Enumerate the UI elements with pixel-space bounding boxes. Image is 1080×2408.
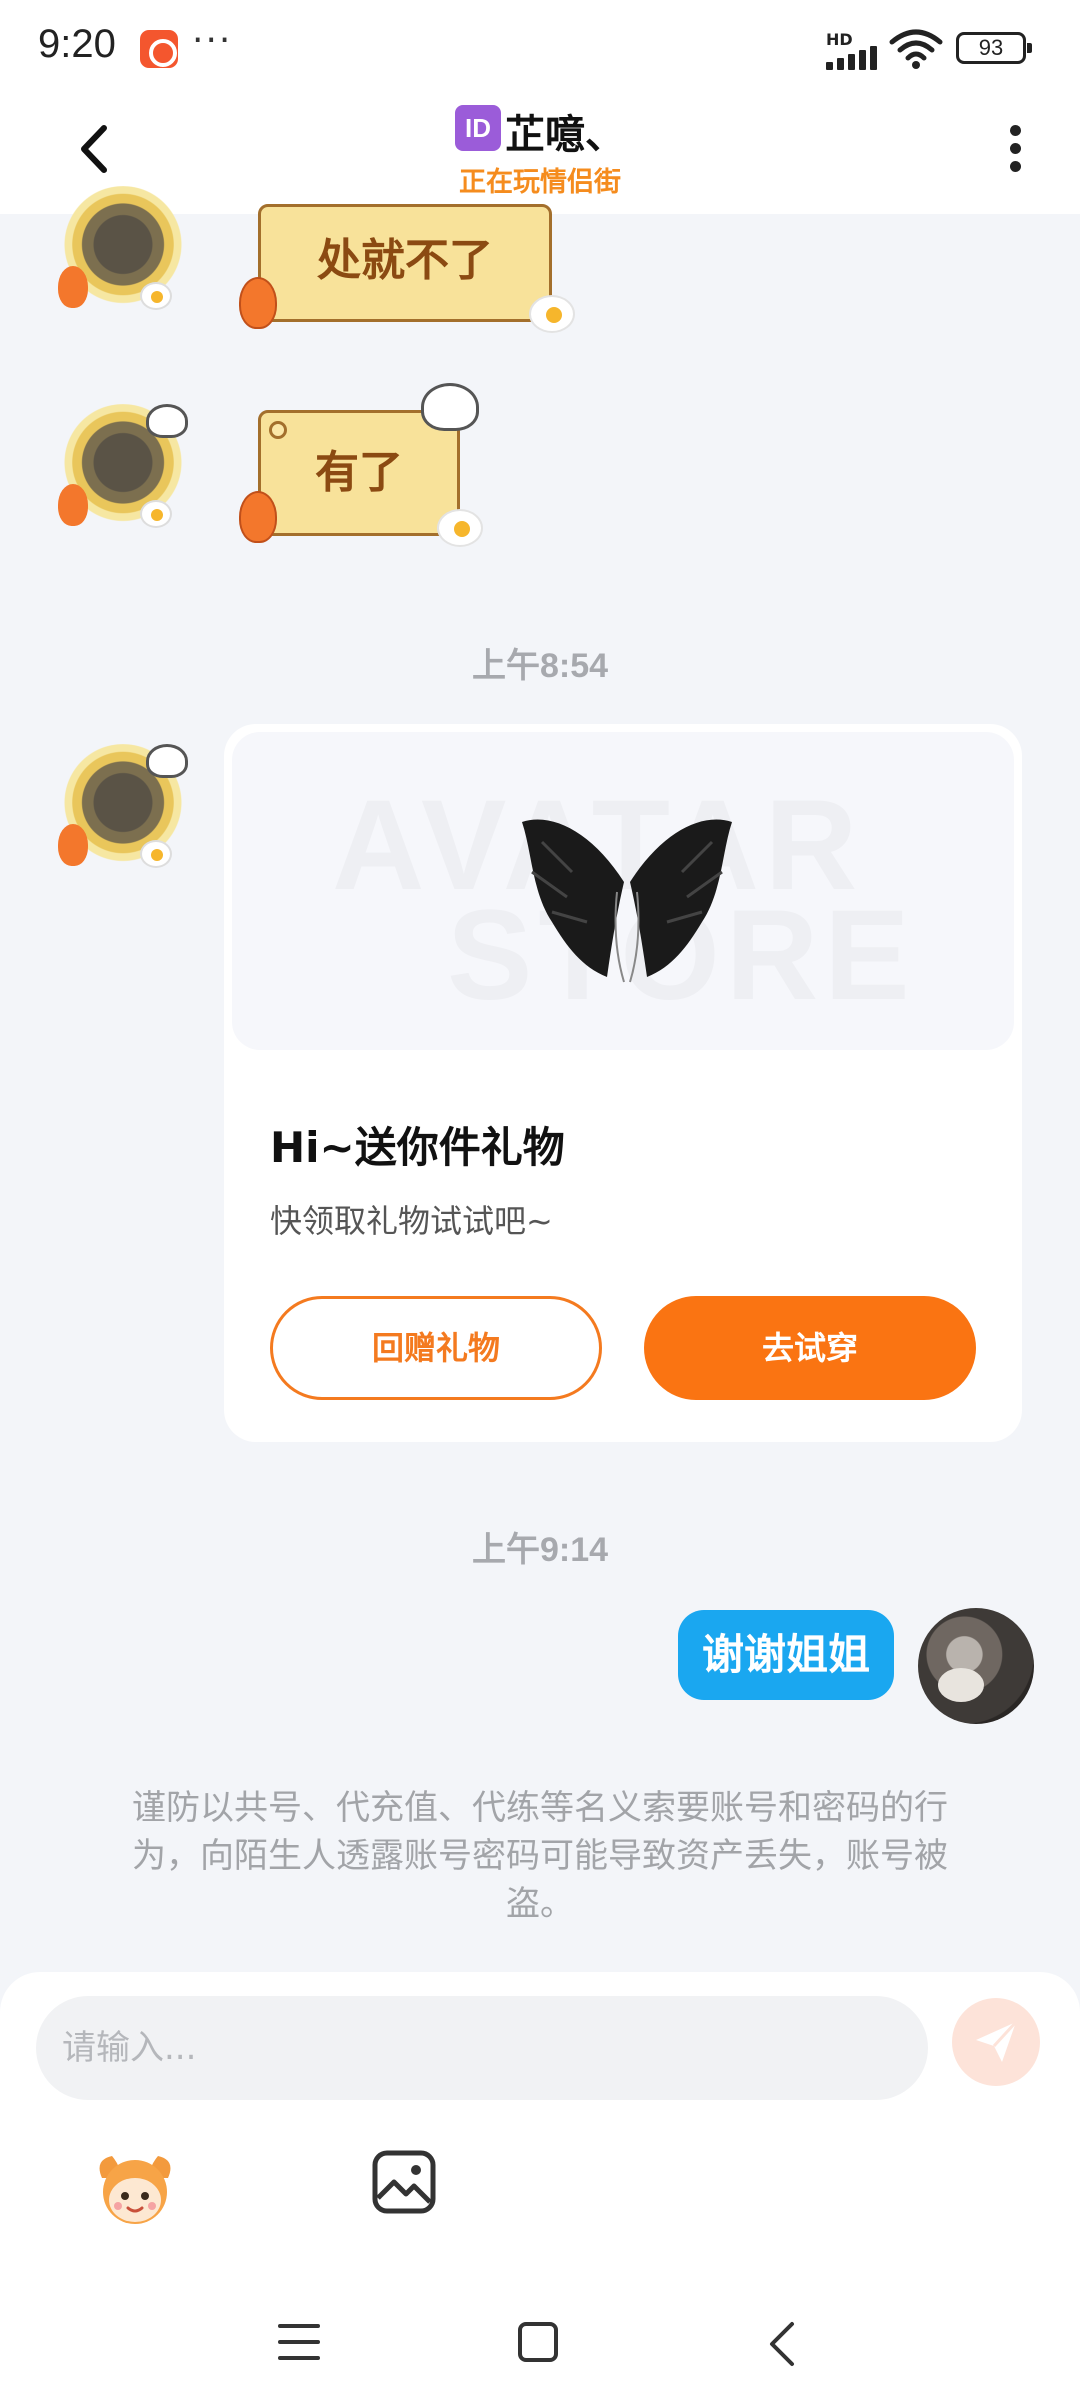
egg-icon <box>140 282 172 310</box>
safety-warning: 谨防以共号、代充值、代练等名义索要账号和密码的行为，向陌生人透露账号密码可能导致… <box>132 1788 948 1924</box>
black-wings-icon <box>522 819 732 983</box>
sticker-text: 有了 <box>315 447 403 498</box>
egg-icon <box>437 509 483 547</box>
contact-avatar[interactable] <box>58 186 188 316</box>
contact-avatar[interactable] <box>58 404 188 534</box>
gift-title: Hi~送你件礼物 <box>270 1123 565 1172</box>
more-options-button[interactable] <box>990 118 1040 192</box>
carrot-icon <box>58 824 88 866</box>
signal-icon <box>826 46 878 70</box>
gift-card[interactable]: AVATAR STORE Hi~送你件礼物 快领取礼物试试吧~ 回赠礼物 去试穿 <box>224 724 1022 1442</box>
status-bar: 9:20 ··· HD 93 <box>0 0 1080 96</box>
more-notifications-icon: ··· <box>192 20 233 61</box>
cat-icon <box>146 404 188 438</box>
battery-icon: 93 <box>956 32 1032 64</box>
chat-area[interactable]: 处就不了 有了 上午8:54 AVATAR STORE Hi~送你件礼物 快领取… <box>0 186 1080 1974</box>
send-button[interactable] <box>952 1998 1040 2086</box>
paper-plane-icon <box>976 2020 1018 2062</box>
cat-icon <box>146 744 188 778</box>
app-notification-icon <box>140 30 178 68</box>
wifi-icon <box>889 29 943 69</box>
contact-name: 芷噫、 <box>505 112 625 158</box>
sticker-message[interactable]: 处就不了 <box>239 204 575 333</box>
timestamp: 上午8:54 <box>471 647 609 685</box>
timestamp: 上午9:14 <box>471 1531 609 1569</box>
system-nav-bar <box>0 2290 1080 2408</box>
try-on-button[interactable]: 去试穿 <box>644 1296 976 1400</box>
contact-title[interactable]: ID 芷噫、 正在玩情侣街 <box>0 96 1080 199</box>
mascot-emoji-icon[interactable] <box>92 2148 178 2228</box>
system-back-button[interactable] <box>762 2318 802 2370</box>
carrot-icon <box>58 266 88 308</box>
gift-image[interactable]: AVATAR STORE <box>232 732 1014 1050</box>
contact-avatar[interactable] <box>58 744 188 874</box>
return-gift-button[interactable]: 回赠礼物 <box>270 1296 602 1400</box>
id-badge-icon: ID <box>455 105 501 151</box>
carrot-icon <box>58 484 88 526</box>
carrot-icon <box>239 491 277 543</box>
egg-icon <box>140 500 172 528</box>
pin-icon <box>269 421 287 439</box>
my-message-bubble[interactable]: 谢谢姐姐 <box>677 1610 894 1700</box>
sticker-text: 处就不了 <box>317 235 493 286</box>
image-icon[interactable] <box>370 2148 438 2216</box>
home-button[interactable] <box>518 2322 558 2362</box>
message-input[interactable] <box>36 1996 928 2100</box>
egg-icon <box>529 295 575 333</box>
cat-icon <box>421 383 479 431</box>
status-time: 9:20 <box>38 22 116 66</box>
carrot-icon <box>239 277 277 329</box>
recent-apps-button[interactable] <box>278 2324 320 2364</box>
egg-icon <box>140 840 172 868</box>
sticker-message[interactable]: 有了 <box>239 383 483 547</box>
my-avatar[interactable] <box>918 1608 1034 1724</box>
gift-subtitle: 快领取礼物试试吧~ <box>270 1202 553 1240</box>
